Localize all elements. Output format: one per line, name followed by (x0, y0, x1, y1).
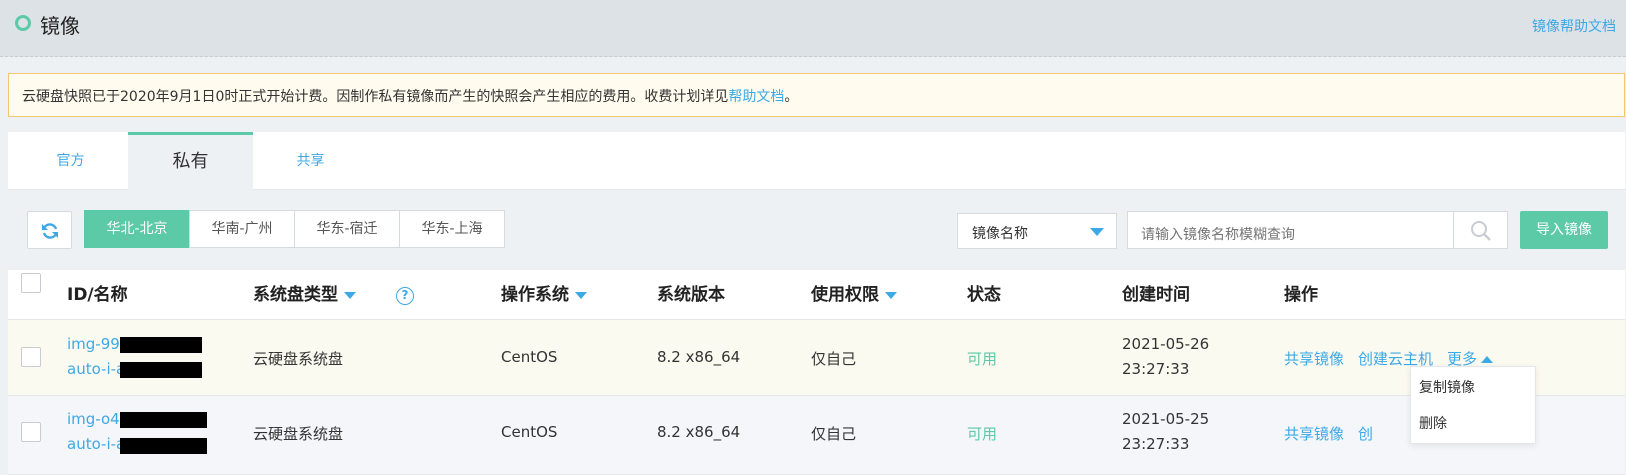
image-id-link[interactable]: img-o4 (67, 410, 120, 428)
image-table: ID/名称 系统盘类型 ? 操作系统 系统版本 使用权限 状态 创建时间 操作 … (8, 270, 1625, 475)
os: CentOS (501, 348, 558, 366)
tab-official[interactable]: 官方 (8, 132, 133, 190)
image-tabs: 官方 私有 共享 (8, 132, 1625, 191)
disk-type: 云硬盘系统盘 (253, 425, 344, 443)
page-header: 镜像 镜像帮助文档 (0, 0, 1626, 57)
permission: 仅自己 (811, 425, 857, 443)
refresh-icon (42, 223, 58, 239)
search-icon (1471, 221, 1491, 241)
caret-down-icon (1090, 228, 1104, 236)
table-header: ID/名称 系统盘类型 ? 操作系统 系统版本 使用权限 状态 创建时间 操作 (8, 270, 1625, 320)
row-checkbox[interactable] (21, 347, 41, 367)
image-name-link[interactable]: auto-i-a (67, 435, 125, 453)
help-question-icon[interactable]: ? (396, 287, 414, 305)
image-id-link[interactable]: img-99l (67, 335, 124, 353)
search-input[interactable] (1127, 211, 1454, 249)
created-date: 2021-05-26 (1122, 335, 1210, 353)
menu-item-delete[interactable]: 删除 (1419, 413, 1447, 433)
region-guangzhou[interactable]: 华南-广州 (189, 210, 295, 248)
filter-caret-icon (575, 291, 587, 299)
col-permission[interactable]: 使用权限 (811, 270, 897, 320)
create-host-action[interactable]: 创 (1358, 423, 1373, 444)
col-version: 系统版本 (657, 285, 725, 305)
row-checkbox[interactable] (21, 422, 41, 442)
created-time: 23:27:33 (1122, 435, 1190, 453)
region-shanghai[interactable]: 华东-上海 (399, 210, 505, 248)
col-created: 创建时间 (1122, 285, 1190, 305)
share-image-action[interactable]: 共享镜像 (1284, 423, 1344, 444)
status-text: 可用 (967, 425, 998, 443)
sort-caret-icon (344, 291, 356, 299)
disk-type: 云硬盘系统盘 (253, 350, 344, 368)
table-row: img-99l auto-i-a 云硬盘系统盘 CentOS 8.2 x86_6… (8, 320, 1625, 396)
table-row: img-o4 auto-i-a 云硬盘系统盘 CentOS 8.2 x86_64… (8, 396, 1625, 475)
tab-shared[interactable]: 共享 (248, 132, 373, 190)
redaction-bar (120, 412, 207, 428)
import-image-button[interactable]: 导入镜像 (1520, 211, 1608, 249)
redaction-bar (120, 362, 202, 378)
help-doc-link[interactable]: 镜像帮助文档 (1532, 16, 1616, 36)
status-ring-icon (15, 15, 31, 31)
refresh-button[interactable] (27, 211, 72, 249)
created-date: 2021-05-25 (1122, 410, 1210, 428)
more-actions-menu: 复制镜像 删除 (1410, 366, 1536, 444)
notice-help-link[interactable]: 帮助文档 (728, 89, 784, 105)
filter-caret-icon (885, 291, 897, 299)
region-selector: 华北-北京 华南-广州 华东-宿迁 华东-上海 (84, 210, 505, 248)
filter-select-value: 镜像名称 (972, 226, 1028, 242)
search-button[interactable] (1453, 211, 1508, 249)
col-id-name: ID/名称 (67, 285, 128, 305)
page-title: 镜像 (40, 14, 80, 38)
select-all-checkbox[interactable] (21, 273, 41, 293)
os: CentOS (501, 423, 558, 441)
notice-text: 云硬盘快照已于2020年9月1日0时正式开始计费。因制作私有镜像而产生的快照会产… (22, 89, 729, 105)
caret-up-icon (1481, 356, 1494, 363)
region-suqian[interactable]: 华东-宿迁 (294, 210, 400, 248)
col-os[interactable]: 操作系统 (501, 270, 587, 320)
permission: 仅自己 (811, 350, 857, 368)
region-beijing[interactable]: 华北-北京 (84, 210, 190, 248)
created-time: 23:27:33 (1122, 360, 1190, 378)
notice-end: 。 (784, 89, 799, 105)
col-status: 状态 (967, 285, 1001, 305)
image-name-link[interactable]: auto-i-a (67, 360, 125, 378)
tab-private[interactable]: 私有 (128, 132, 253, 191)
status-text: 可用 (967, 350, 998, 368)
version: 8.2 x86_64 (657, 348, 741, 366)
billing-notice: 云硬盘快照已于2020年9月1日0时正式开始计费。因制作私有镜像而产生的快照会产… (8, 73, 1625, 117)
toolbar: 华北-北京 华南-广州 华东-宿迁 华东-上海 镜像名称 导入镜像 (8, 190, 1625, 270)
col-disk-type[interactable]: 系统盘类型 (253, 270, 356, 320)
redaction-bar (120, 337, 202, 353)
share-image-action[interactable]: 共享镜像 (1284, 348, 1344, 369)
redaction-bar (120, 438, 207, 454)
filter-select[interactable]: 镜像名称 (957, 213, 1117, 249)
col-actions: 操作 (1284, 285, 1318, 305)
version: 8.2 x86_64 (657, 423, 741, 441)
menu-item-copy-image[interactable]: 复制镜像 (1419, 377, 1475, 397)
